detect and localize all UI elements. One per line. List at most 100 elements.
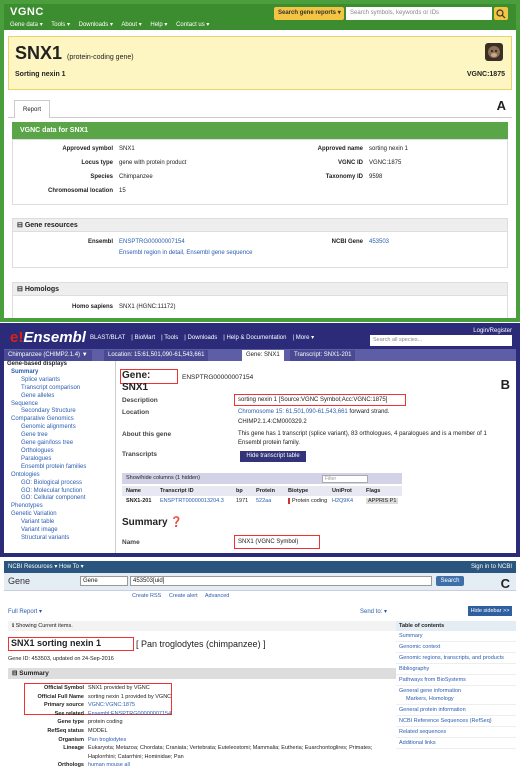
create-rss-link[interactable]: Create RSS xyxy=(132,593,161,599)
sidebar-item[interactable]: Comparative Genomics xyxy=(7,416,115,424)
hide-transcript-table-button[interactable]: Hide transcript table xyxy=(240,451,306,462)
about-gene-label: About this gene xyxy=(122,431,172,438)
tab-report[interactable]: Report xyxy=(14,100,50,118)
sidebar-item[interactable]: Orthologues xyxy=(7,448,115,456)
location-link[interactable]: Chromosome 15: 61,501,090-61,543,661 xyxy=(238,409,348,415)
table-filter-input[interactable]: Filter xyxy=(322,475,368,483)
sign-in-link[interactable]: Sign in to NCBI xyxy=(471,561,512,573)
nav-help[interactable]: Help ▾ xyxy=(150,22,167,28)
nav-downloads[interactable]: Downloads xyxy=(188,335,218,341)
th-flags[interactable]: Flags xyxy=(366,488,380,494)
sidebar-item[interactable]: Gene tree xyxy=(7,432,115,440)
gene-resources-header[interactable]: ⊟ Gene resources xyxy=(12,218,508,232)
homologs-header[interactable]: ⊟ Homologs xyxy=(12,282,508,296)
create-alert-link[interactable]: Create alert xyxy=(169,593,198,599)
sidebar-item[interactable]: GO: Biological process xyxy=(7,480,115,488)
th-transcript-id[interactable]: Transcript ID xyxy=(160,488,194,494)
sidebar-item[interactable]: Ensembl protein families xyxy=(7,464,115,472)
toc-general-protein-info[interactable]: General protein information xyxy=(396,705,516,716)
toc-markers-homology[interactable]: Markers, Homology xyxy=(396,696,516,705)
sidebar-item[interactable]: Transcript comparison xyxy=(7,385,115,393)
nav-more[interactable]: More ▾ xyxy=(296,335,314,341)
sidebar-item[interactable]: Phenotypes xyxy=(7,503,115,511)
search-icon[interactable] xyxy=(494,7,508,20)
td-transcript-id[interactable]: ENSPTRT00000013204.3 xyxy=(160,498,224,504)
login-link[interactable]: Login/Register xyxy=(473,328,512,334)
tab-transcript[interactable]: Transcript: SNX1-201 xyxy=(290,350,356,361)
sidebar-item[interactable]: Gene alleles xyxy=(7,393,115,401)
summary-row-label: Gene type xyxy=(57,719,84,726)
sidebar-item[interactable]: Genomic alignments xyxy=(7,424,115,432)
toc-genomic-context[interactable]: Genomic context xyxy=(396,642,516,653)
toc-additional-links[interactable]: Additional links xyxy=(396,738,516,749)
locus-type-label: Locus type xyxy=(81,160,113,166)
ensembl-search-input[interactable]: Search all species... xyxy=(370,335,512,346)
help-icon[interactable]: ❓ xyxy=(170,517,182,528)
sidebar-item[interactable]: Summary xyxy=(7,369,115,377)
nav-gene-data[interactable]: Gene data ▾ xyxy=(10,22,43,28)
toc-bibliography[interactable]: Bibliography xyxy=(396,664,516,675)
sidebar-item[interactable]: Genetic Variation xyxy=(7,511,115,519)
sidebar-item[interactable]: Variant image xyxy=(7,527,115,535)
search-input[interactable]: Search symbols, keywords or IDs xyxy=(346,7,492,20)
approved-symbol-value: SNX1 xyxy=(119,146,135,152)
toc-genomic-regions[interactable]: Genomic regions, transcripts, and produc… xyxy=(396,653,516,664)
summary-row-value[interactable]: Ensembl:ENSPTRG00000007154 xyxy=(88,711,171,717)
sidebar-item[interactable]: Ontologies xyxy=(7,472,115,480)
ensembl-region-links[interactable]: Ensembl region in detail, Ensembl gene s… xyxy=(119,250,252,256)
th-uniprot[interactable]: UniProt xyxy=(332,488,352,494)
search-type-button[interactable]: Search gene reports ▾ xyxy=(274,7,344,20)
tab-location[interactable]: Location: 15:61,501,090-61,543,661 xyxy=(104,350,209,361)
sidebar-item[interactable]: Secondary Structure xyxy=(7,408,115,416)
homolog-value[interactable]: SNX1 (HGNC:11172) xyxy=(119,304,175,310)
nav-about[interactable]: About ▾ xyxy=(121,22,141,28)
nav-downloads[interactable]: Downloads ▾ xyxy=(79,22,113,28)
toc-summary[interactable]: Summary xyxy=(396,631,516,642)
sidebar-item[interactable]: Structural variants xyxy=(7,535,115,543)
hide-sidebar-button[interactable]: Hide sidebar >> xyxy=(468,606,512,616)
sidebar-item[interactable]: GO: Molecular function xyxy=(7,488,115,496)
send-to-menu[interactable]: Send to: ▾ xyxy=(360,608,387,615)
sidebar-item[interactable]: GO: Cellular component xyxy=(7,495,115,503)
th-biotype[interactable]: Biotype xyxy=(288,488,308,494)
nav-help-docs[interactable]: Help & Documentation xyxy=(226,335,286,341)
sidebar-item[interactable]: Paralogues xyxy=(7,456,115,464)
toc-pathways[interactable]: Pathways from BioSystems xyxy=(396,675,516,686)
sidebar-item[interactable]: Variant table xyxy=(7,519,115,527)
nav-contact[interactable]: Contact us ▾ xyxy=(176,22,209,28)
ensembl-panel: e!Ensembl BLAST/BLAT | BioMart | Tools | Do… xyxy=(0,323,520,557)
sidebar-item[interactable]: Sequence xyxy=(7,401,115,409)
nav-tools[interactable]: Tools xyxy=(164,335,178,341)
summary-row-value[interactable]: VGNC:VGNC:1875 xyxy=(88,702,135,708)
vgnc-logo[interactable]: VGNC xyxy=(10,6,56,19)
summary-row-value[interactable]: Pan troglodytes xyxy=(88,737,126,743)
summary-row-value[interactable]: human mouse all xyxy=(88,762,130,768)
query-input[interactable]: 453503[uid] xyxy=(130,576,432,586)
approved-symbol-label: Approved symbol xyxy=(62,146,113,152)
name-value[interactable]: SNX1 (VGNC Symbol) xyxy=(238,539,298,545)
td-protein[interactable]: 522aa xyxy=(256,498,271,504)
td-uniprot[interactable]: H2Q9K4 xyxy=(332,498,353,504)
th-bp[interactable]: bp xyxy=(236,488,243,494)
th-protein[interactable]: Protein xyxy=(256,488,275,494)
toc-general-gene-info[interactable]: General gene information xyxy=(396,686,516,696)
nav-blast[interactable]: BLAST/BLAT xyxy=(90,335,125,341)
sidebar-item[interactable]: Splice variants xyxy=(7,377,115,385)
toc-refseq[interactable]: NCBI Reference Sequences (RefSeq) xyxy=(396,716,516,727)
sidebar-item[interactable]: Gene gain/loss tree xyxy=(7,440,115,448)
ensembl-logo[interactable]: e!Ensembl xyxy=(10,329,86,346)
database-select[interactable]: Gene xyxy=(80,576,128,586)
full-report-menu[interactable]: Full Report ▾ xyxy=(8,608,42,615)
ensembl-link[interactable]: ENSPTRG00000007154 xyxy=(119,239,185,245)
nav-biomart[interactable]: BioMart xyxy=(134,335,155,341)
tab-gene[interactable]: Gene: SNX1 xyxy=(242,350,284,361)
ncbi-resources-menu[interactable]: NCBI Resources ▾ How To ▾ xyxy=(8,564,84,570)
summary-header[interactable]: ⊟ Summary xyxy=(8,668,396,679)
th-name[interactable]: Name xyxy=(126,488,141,494)
nav-tools[interactable]: Tools ▾ xyxy=(51,22,70,28)
advanced-link[interactable]: Advanced xyxy=(205,593,229,599)
search-button[interactable]: Search xyxy=(436,576,464,586)
tab-species[interactable]: Chimpanzee (CHIMP2.1.4) ▼ xyxy=(4,350,92,361)
toc-related-sequences[interactable]: Related sequences xyxy=(396,727,516,738)
ncbi-gene-link[interactable]: 453503 xyxy=(369,239,389,245)
